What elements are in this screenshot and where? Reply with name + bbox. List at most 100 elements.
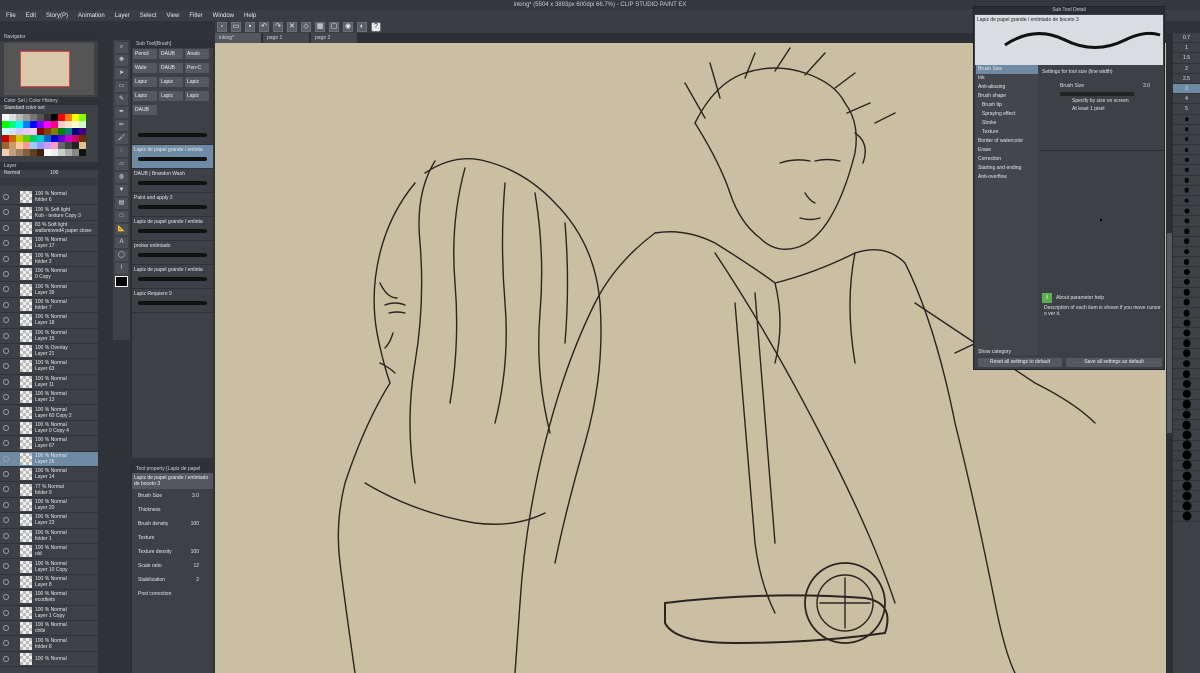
invert-icon[interactable]: ◐ (357, 22, 367, 32)
visibility-eye-icon[interactable] (3, 347, 9, 354)
brush-size-preset[interactable] (1173, 135, 1200, 146)
visibility-eye-icon[interactable] (3, 655, 9, 662)
layer-row[interactable]: 100 % Normal Layer 17 (0, 236, 98, 252)
brush-size-preset[interactable] (1173, 267, 1200, 278)
visibility-eye-icon[interactable] (3, 455, 9, 462)
tool-property-row[interactable]: Texture (132, 531, 213, 545)
color-swatch[interactable] (23, 135, 30, 142)
tool-property-row[interactable]: Stabilization 2 (132, 573, 213, 587)
visibility-eye-icon[interactable] (3, 640, 9, 647)
layer-row[interactable]: 100 % Normal Layer 15 (0, 329, 98, 344)
color-swatch[interactable] (30, 128, 37, 135)
brush-size-preset[interactable]: 1 (1173, 43, 1200, 54)
detail-category-item[interactable]: Spraying effect (976, 110, 1038, 119)
airbrush-icon[interactable]: ◌ (115, 146, 128, 157)
layer-row[interactable]: 100 % Normal (0, 652, 98, 668)
color-swatch[interactable] (65, 135, 72, 142)
brush-size-preset[interactable] (1173, 115, 1200, 125)
property-value[interactable]: 100 (191, 521, 199, 527)
color-swatch[interactable] (58, 149, 65, 156)
brush-size-preset[interactable] (1173, 247, 1200, 258)
color-swatch[interactable] (65, 149, 72, 156)
visibility-eye-icon[interactable] (3, 194, 9, 200)
subtool-group-button[interactable]: Lapiz (159, 77, 183, 87)
color-swatch[interactable] (65, 142, 72, 149)
color-set-tab[interactable]: Color Set (4, 98, 25, 104)
subtool-group-button[interactable]: Lapiz (133, 77, 157, 87)
color-swatch[interactable] (2, 149, 9, 156)
detail-category-item[interactable]: Anti-aliasing (976, 83, 1038, 92)
layer-opacity[interactable]: 100 (50, 170, 58, 178)
menu-item[interactable]: Window (213, 13, 234, 19)
brush-size-preset[interactable]: 2 (1173, 64, 1200, 74)
color-swatch[interactable] (23, 142, 30, 149)
brush-item[interactable]: DAUB | Brandon Wash (132, 169, 213, 193)
pen-tool-icon[interactable]: ✒ (115, 107, 128, 118)
color-swatch[interactable] (72, 128, 79, 135)
brush-size-preset[interactable] (1173, 196, 1200, 207)
color-swatch[interactable] (23, 121, 30, 128)
color-swatch[interactable] (51, 135, 58, 142)
visibility-eye-icon[interactable] (3, 394, 9, 401)
layer-row[interactable]: 100 % Normal folder 6 (0, 190, 98, 206)
property-value[interactable]: 100 (191, 549, 199, 555)
color-swatch[interactable] (23, 114, 30, 121)
menu-item[interactable]: File (6, 13, 16, 19)
brush-size-preset[interactable] (1173, 278, 1200, 288)
brush-size-preset[interactable] (1173, 450, 1200, 461)
color-swatch[interactable] (16, 128, 23, 135)
layer-row[interactable]: 83 % Soft light wallsmoved4 paper close- (0, 221, 98, 237)
brush-size-preset[interactable] (1173, 206, 1200, 217)
brush-size-preset[interactable] (1173, 430, 1200, 441)
color-swatches[interactable] (2, 114, 96, 156)
brush-size-preset[interactable]: 0.7 (1173, 33, 1200, 44)
color-swatch[interactable] (9, 121, 16, 128)
fill-icon[interactable]: ◉ (343, 22, 353, 32)
subtool-group-button[interactable]: Lapiz (159, 91, 183, 101)
visibility-eye-icon[interactable] (3, 609, 9, 616)
color-swatch[interactable] (44, 149, 51, 156)
layer-row[interactable]: 100 % Normal folder 8 (0, 636, 98, 652)
visibility-eye-icon[interactable] (3, 301, 9, 308)
property-value[interactable]: 12 (193, 563, 199, 569)
layer-row[interactable]: 100 % Normal Layer 0 Copy 4 (0, 421, 98, 437)
brush-item[interactable]: Lapiz Requiere 9 (132, 289, 213, 313)
color-swatch[interactable] (37, 114, 44, 121)
tool-property-row[interactable]: Texture density 100 (132, 545, 213, 559)
brush-size-preset[interactable] (1173, 216, 1200, 227)
color-swatch[interactable] (2, 135, 9, 142)
subtool-group-button[interactable]: Pen-C (185, 63, 209, 73)
color-swatch[interactable] (58, 142, 65, 149)
color-swatch[interactable] (9, 142, 16, 149)
color-swatch[interactable] (51, 128, 58, 135)
transform-icon[interactable]: ◇ (301, 22, 311, 32)
brush-item[interactable]: Lapiz de papel grande / entinta (132, 265, 213, 289)
color-swatch[interactable] (72, 149, 79, 156)
color-swatch[interactable] (79, 142, 86, 149)
brush-size-slider[interactable] (1060, 92, 1134, 96)
layer-row[interactable]: 100 % Normal Layer 67 (0, 436, 98, 452)
layer-row[interactable]: 100 % Normal chibi (0, 621, 98, 637)
visibility-eye-icon[interactable] (3, 332, 9, 339)
brush-size-preset[interactable] (1173, 125, 1200, 135)
visibility-eye-icon[interactable] (3, 440, 9, 447)
color-swatch[interactable] (37, 128, 44, 135)
tool-property-row[interactable]: Brush density 100 (132, 517, 213, 531)
detail-category-item[interactable]: Erase (976, 146, 1038, 155)
color-swatch[interactable] (37, 142, 44, 149)
reset-settings-button[interactable]: Reset all settings to default (978, 358, 1062, 367)
brush-size-preset[interactable] (1173, 328, 1200, 339)
tool-property-row[interactable]: Scale ratio 12 (132, 559, 213, 573)
layer-row[interactable]: 100 % Normal Layer 23 (0, 513, 98, 529)
detail-category-item[interactable]: Brush shape (976, 92, 1038, 101)
main-color-swatch[interactable] (115, 276, 128, 287)
brush-size-preset[interactable] (1173, 308, 1200, 319)
layer-row[interactable]: 100 % Soft light Kob - texture Copy 3 (0, 205, 98, 221)
correct-line-icon[interactable]: ⌇ (115, 263, 128, 274)
brush-size-preset[interactable] (1173, 155, 1200, 166)
layer-row[interactable]: 100 % Normal Layer 39 (0, 282, 98, 298)
brush-size-preset[interactable] (1173, 145, 1200, 156)
color-swatch[interactable] (23, 128, 30, 135)
option-at-least-1px[interactable]: At least 1 pixel (1040, 106, 1164, 114)
subtool-group-button[interactable]: DAUB (159, 63, 183, 73)
